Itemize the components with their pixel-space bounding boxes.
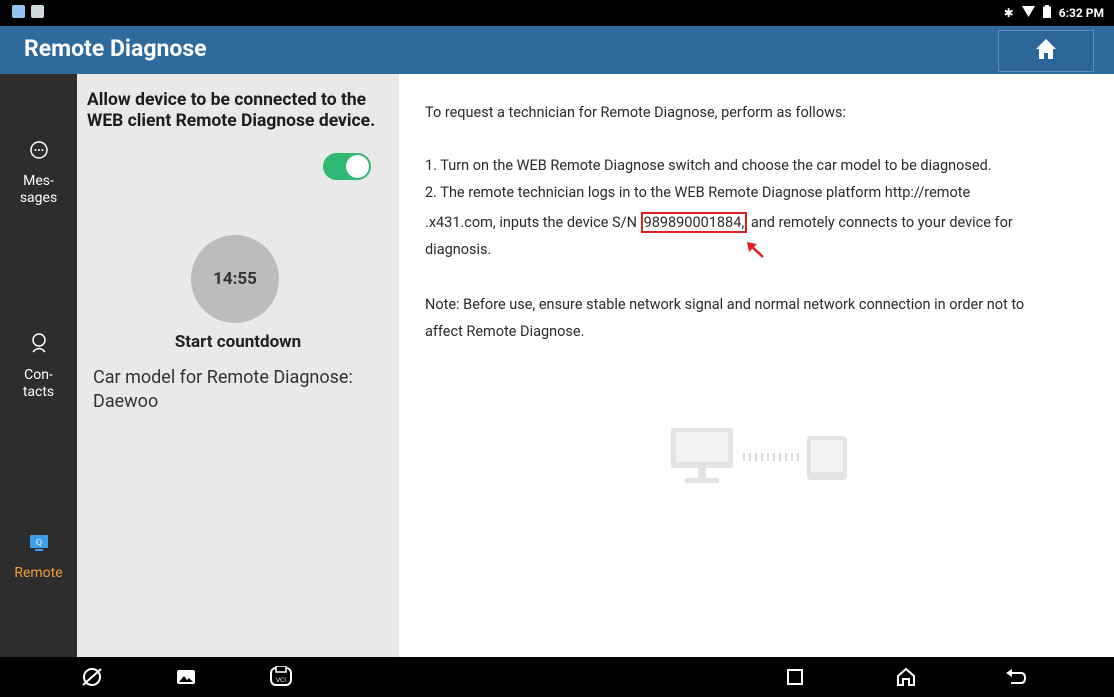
car-model-info: Car model for Remote Diagnose: Daewoo [93, 366, 393, 414]
system-nav-bar: VCI [0, 657, 1114, 697]
gallery-button[interactable] [174, 666, 198, 688]
app-header: Remote Diagnose [0, 26, 1114, 74]
bluetooth-icon: ✱ [1003, 6, 1014, 20]
instructions-panel: To request a technician for Remote Diagn… [399, 74, 1114, 657]
nav-label-messages-1: Mes- [23, 173, 54, 189]
remote-diagnose-toggle[interactable] [323, 153, 371, 180]
browser-orbit-button[interactable] [80, 666, 104, 688]
nav-item-contacts[interactable]: Con- tacts [0, 332, 77, 401]
status-time: 6:32 PM [1058, 6, 1104, 20]
recents-button[interactable] [783, 666, 807, 688]
image-notification-icon [31, 5, 44, 18]
note-line-1: Note: Before use, ensure stable network … [425, 296, 1025, 313]
step-2-suffix: and remotely connects to your device for [747, 214, 1013, 231]
nav-item-messages[interactable]: Mes- sages [0, 140, 77, 207]
countdown-timer: 14:55 [191, 235, 279, 323]
start-countdown-label: Start countdown [174, 332, 302, 352]
status-bar: ✱ 6:32 PM [0, 0, 1114, 26]
home-outline-icon [897, 667, 915, 686]
page-title: Remote Diagnose [24, 35, 207, 62]
remote-control-panel: Allow device to be connected to the WEB … [77, 74, 399, 657]
contact-icon [0, 332, 77, 359]
step-2-line-1: 2. The remote technician logs in to the … [425, 184, 971, 201]
serial-number-highlight: 989890001884, [640, 212, 748, 233]
step-1-text: 1. Turn on the WEB Remote Diagnose switc… [425, 157, 992, 174]
recents-icon [787, 669, 803, 685]
computer-tablet-connection-icon [669, 426, 849, 492]
car-model-value: Daewoo [93, 391, 159, 412]
battery-icon [1042, 5, 1051, 21]
app-notification-icon [12, 5, 25, 18]
back-button[interactable] [1004, 666, 1028, 688]
svg-text:VCI: VCI [276, 677, 286, 684]
orbit-icon [82, 668, 102, 686]
side-nav: Mes- sages Con- tacts Q Remote [0, 74, 77, 657]
nav-label-contacts-2: tacts [22, 384, 55, 400]
car-model-label: Car model for Remote Diagnose: [93, 367, 353, 388]
vci-button[interactable]: VCI [269, 666, 293, 688]
toggle-knob [346, 155, 369, 178]
home-button[interactable] [998, 30, 1094, 72]
vci-icon: VCI [270, 666, 292, 686]
nav-label-remote: Remote [14, 565, 63, 581]
home-icon [1035, 38, 1057, 64]
nav-label-contacts-1: Con- [24, 367, 53, 383]
wifi-icon [1021, 6, 1035, 20]
intro-text: To request a technician for Remote Diagn… [425, 104, 846, 121]
image-icon [177, 670, 195, 684]
nav-item-remote[interactable]: Q Remote [0, 534, 77, 582]
allow-connection-text: Allow device to be connected to the WEB … [87, 90, 376, 131]
red-arrow-icon [745, 240, 767, 264]
back-icon [1006, 669, 1027, 684]
svg-text:Q: Q [35, 538, 41, 547]
chat-bubble-icon [0, 140, 77, 165]
step-2-line-2: .x431.com, inputs the device S/N 9898900… [425, 211, 1097, 235]
nav-label-messages-2: sages [19, 190, 58, 206]
home-nav-button[interactable] [894, 666, 918, 688]
remote-monitor-icon: Q [0, 534, 77, 557]
note-line-2: affect Remote Diagnose. [425, 323, 585, 340]
step-2-prefix: .x431.com, inputs the device S/N [425, 214, 641, 231]
